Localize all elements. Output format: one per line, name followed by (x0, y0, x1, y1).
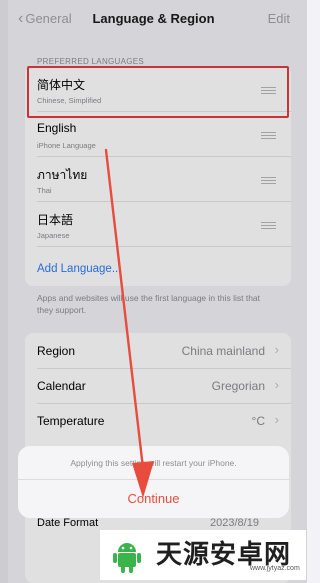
watermark-url: www.jytyaz.com (250, 565, 300, 572)
language-region-screen: ‹ General Language & Region Edit PREFERR… (0, 0, 307, 583)
action-sheet-message: Applying this setting will restart your … (70, 458, 237, 468)
continue-button[interactable]: Continue (18, 480, 289, 518)
restart-action-sheet: Applying this setting will restart your … (18, 446, 289, 518)
watermark: 天源安卓网 www.jytyaz.com (100, 530, 306, 580)
android-logo-icon (113, 543, 141, 573)
